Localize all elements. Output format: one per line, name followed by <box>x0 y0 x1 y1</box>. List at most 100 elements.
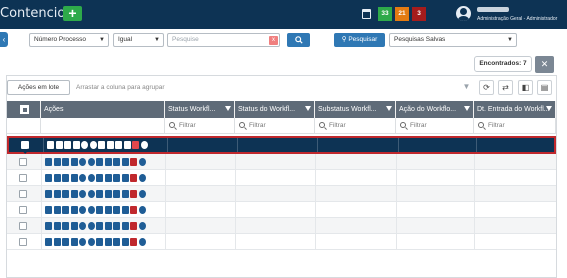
clock-icon[interactable] <box>87 206 95 214</box>
table-icon[interactable] <box>53 190 61 198</box>
person-icon[interactable] <box>79 238 86 246</box>
money-icon[interactable] <box>104 222 112 230</box>
trash-icon[interactable] <box>130 238 137 246</box>
star-icon[interactable] <box>138 190 146 198</box>
filter-dt-entrada[interactable]: Filtrar <box>474 118 556 134</box>
trash-icon[interactable] <box>130 190 137 198</box>
star-icon[interactable] <box>138 238 146 246</box>
table-row[interactable] <box>7 154 556 170</box>
money-icon[interactable] <box>104 158 112 166</box>
row-checkbox[interactable] <box>19 158 27 166</box>
trash-icon[interactable] <box>132 141 139 149</box>
share-icon[interactable] <box>121 158 129 166</box>
table-icon[interactable] <box>53 174 61 182</box>
calculator-icon[interactable] <box>113 190 120 198</box>
calculator-icon[interactable] <box>115 141 122 149</box>
trash-icon[interactable] <box>130 158 137 166</box>
filter-status-workflow[interactable]: Filtrar <box>165 118 235 134</box>
money-icon[interactable] <box>104 190 112 198</box>
cloud-icon[interactable] <box>96 190 103 198</box>
table-row[interactable] <box>7 202 556 218</box>
col-status-do-workflow[interactable]: Status do Workfl... <box>235 101 315 118</box>
filter-status-do-workflow[interactable]: Filtrar <box>235 118 315 134</box>
list-icon[interactable] <box>45 158 52 166</box>
columns-icon[interactable]: ◧ <box>518 80 533 95</box>
share-icon[interactable] <box>121 190 129 198</box>
filter-icon[interactable]: ▼ <box>459 80 474 95</box>
table-row[interactable] <box>7 170 556 186</box>
star-icon[interactable] <box>138 222 146 230</box>
table-icon[interactable] <box>53 206 61 214</box>
list-icon[interactable] <box>45 222 52 230</box>
money-icon[interactable] <box>106 141 114 149</box>
trash-icon[interactable] <box>130 174 137 182</box>
calculator-icon[interactable] <box>113 206 120 214</box>
calendar-icon[interactable] <box>62 174 69 182</box>
row-checkbox[interactable] <box>19 206 27 214</box>
col-acao-workflow[interactable]: Ação do Workflo... <box>396 101 474 118</box>
collapse-icon[interactable]: ✕ <box>535 56 554 73</box>
col-status-workflow[interactable]: Status Workfl... <box>165 101 235 118</box>
money-icon[interactable] <box>104 174 112 182</box>
star-icon[interactable] <box>138 174 146 182</box>
calendar-icon[interactable] <box>62 222 69 230</box>
list-icon[interactable] <box>45 238 52 246</box>
document-icon[interactable] <box>72 141 80 149</box>
share-icon[interactable] <box>123 141 131 149</box>
calendar-icon[interactable] <box>62 238 69 246</box>
person-icon[interactable] <box>79 222 86 230</box>
person-icon[interactable] <box>79 206 86 214</box>
col-substatus-workflow[interactable]: Substatus Workfl... <box>315 101 396 118</box>
avatar[interactable] <box>456 6 471 21</box>
table-row[interactable] <box>7 186 556 202</box>
row-checkbox[interactable] <box>19 190 27 198</box>
filter-icon[interactable] <box>386 106 392 111</box>
cloud-icon[interactable] <box>96 222 103 230</box>
saved-searches-select[interactable]: Pesquisas Salvas ▼ <box>389 33 517 47</box>
add-button[interactable]: + <box>63 6 82 21</box>
filter-icon[interactable] <box>225 106 231 111</box>
table-icon[interactable] <box>53 158 61 166</box>
calculator-icon[interactable] <box>113 238 120 246</box>
star-icon[interactable] <box>140 141 148 149</box>
clock-icon[interactable] <box>87 174 95 182</box>
clock-icon[interactable] <box>87 158 95 166</box>
document-icon[interactable] <box>70 206 78 214</box>
calculator-icon[interactable] <box>113 158 120 166</box>
badge-green[interactable]: 33 <box>378 7 392 21</box>
export-icon[interactable]: ▤ <box>537 80 552 95</box>
star-icon[interactable] <box>138 158 146 166</box>
operator-select[interactable]: Igual ▼ <box>113 33 164 47</box>
filter-acao-workflow[interactable]: Filtrar <box>396 118 474 134</box>
swap-icon[interactable]: ⇄ <box>498 80 513 95</box>
clock-icon[interactable] <box>87 190 95 198</box>
document-icon[interactable] <box>70 190 78 198</box>
person-icon[interactable] <box>79 174 86 182</box>
table-icon[interactable] <box>55 141 63 149</box>
field-select[interactable]: Número Processo ▼ <box>29 33 109 47</box>
filter-substatus-workflow[interactable]: Filtrar <box>315 118 396 134</box>
person-icon[interactable] <box>81 141 88 149</box>
search-icon-button[interactable] <box>287 33 310 47</box>
person-icon[interactable] <box>79 158 86 166</box>
calendar-icon[interactable] <box>62 158 69 166</box>
filter-icon[interactable] <box>546 106 552 111</box>
trash-icon[interactable] <box>130 222 137 230</box>
list-icon[interactable] <box>45 206 52 214</box>
table-icon[interactable] <box>53 222 61 230</box>
batch-actions-button[interactable]: Ações em lote <box>7 80 70 95</box>
table-row[interactable] <box>7 234 556 250</box>
money-icon[interactable] <box>104 206 112 214</box>
calendar-icon[interactable] <box>362 9 371 19</box>
row-checkbox[interactable] <box>19 238 27 246</box>
share-icon[interactable] <box>121 206 129 214</box>
trash-icon[interactable] <box>130 206 137 214</box>
row-checkbox[interactable] <box>19 174 27 182</box>
share-icon[interactable] <box>121 222 129 230</box>
clock-icon[interactable] <box>87 222 95 230</box>
money-icon[interactable] <box>104 238 112 246</box>
document-icon[interactable] <box>70 174 78 182</box>
calendar-icon[interactable] <box>62 190 69 198</box>
calculator-icon[interactable] <box>113 222 120 230</box>
calendar-icon[interactable] <box>64 141 71 149</box>
